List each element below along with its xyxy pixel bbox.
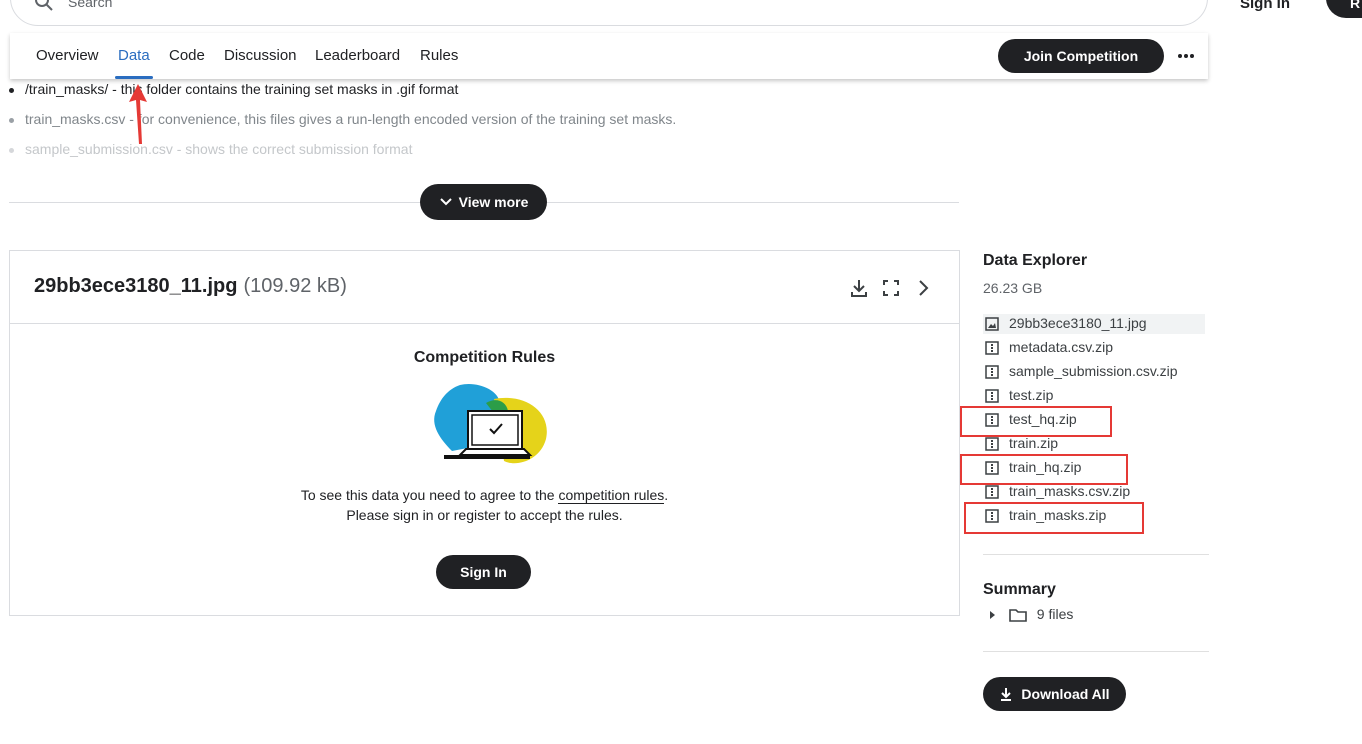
- sidebar-divider: [983, 651, 1209, 652]
- laptop-illustration-icon: [434, 383, 547, 464]
- chevron-down-icon: [439, 198, 452, 206]
- register-button[interactable]: R: [1326, 0, 1362, 18]
- tab-overview[interactable]: Overview: [36, 47, 99, 64]
- file-name: sample_submission.csv.zip: [1009, 363, 1178, 379]
- rules-text-before: To see this data you need to agree to th…: [300, 487, 559, 503]
- folder-icon: [1009, 609, 1027, 623]
- file-item[interactable]: sample_submission.csv.zip: [983, 362, 1205, 382]
- summary-files-row[interactable]: 9 files: [987, 606, 1074, 623]
- preview-file-title: 29bb3ece3180_11.jpg (109.92 kB): [34, 275, 347, 298]
- download-icon[interactable]: [848, 277, 870, 299]
- data-explorer-title: Data Explorer: [983, 252, 1088, 269]
- header-sign-in-link[interactable]: Sign In: [1240, 0, 1290, 12]
- tab-data[interactable]: Data: [118, 47, 150, 64]
- data-explorer-size: 26.23 GB: [983, 280, 1043, 296]
- tab-discussion[interactable]: Discussion: [224, 47, 297, 64]
- bullet-text: train_masks.csv - for convenience, this …: [25, 111, 677, 127]
- tab-leaderboard[interactable]: Leaderboard: [315, 47, 400, 64]
- preview-file-size: (109.92 kB): [243, 275, 347, 297]
- chevron-right-icon[interactable]: [912, 277, 934, 299]
- bullet-text: sample_submission.csv - shows the correc…: [25, 141, 413, 157]
- bullet-dot: [9, 117, 14, 123]
- bullet-dot: [9, 87, 14, 93]
- bullet-text: /train_masks/ - this folder contains the…: [25, 81, 459, 97]
- preview-file-name: 29bb3ece3180_11.jpg: [34, 275, 238, 297]
- bullet-dot: [9, 147, 14, 153]
- annotation-highlight-box: [964, 502, 1144, 534]
- image-icon: [985, 317, 999, 334]
- rules-text-after: .: [664, 487, 669, 503]
- rules-text-line2: Please sign in or register to accept the…: [346, 507, 623, 523]
- file-name: train.zip: [1009, 435, 1059, 451]
- rules-message: To see this data you need to agree to th…: [10, 485, 959, 525]
- search-input[interactable]: Search: [68, 0, 112, 10]
- annotation-highlight-box: [960, 406, 1112, 437]
- tab-rules[interactable]: Rules: [420, 47, 458, 64]
- zip-icon: [985, 389, 999, 406]
- annotation-highlight-box: [960, 454, 1128, 485]
- download-all-label: Download All: [1021, 686, 1110, 702]
- join-competition-button[interactable]: Join Competition: [998, 39, 1164, 73]
- description-bullet: /train_masks/ - this folder contains the…: [9, 81, 458, 97]
- annotation-arrow-icon: [129, 84, 147, 144]
- file-item[interactable]: 29bb3ece3180_11.jpg: [983, 314, 1205, 334]
- search-bar[interactable]: [10, 0, 1208, 26]
- tab-bar: Overview Data Code Discussion Leaderboar…: [10, 33, 1208, 79]
- description-bullet: sample_submission.csv - shows the correc…: [9, 141, 412, 157]
- sign-in-button[interactable]: Sign In: [436, 555, 531, 589]
- more-options-icon[interactable]: [1174, 45, 1198, 67]
- caret-right-icon: [990, 611, 995, 620]
- file-name: train_masks.csv.zip: [1009, 483, 1131, 499]
- fullscreen-icon[interactable]: [880, 277, 902, 299]
- active-tab-indicator: [115, 76, 153, 79]
- summary-title: Summary: [983, 581, 1056, 598]
- file-item[interactable]: train_masks.csv.zip: [983, 482, 1205, 502]
- file-name: test.zip: [1009, 387, 1054, 403]
- file-name: metadata.csv.zip: [1009, 339, 1114, 355]
- search-icon: [34, 0, 54, 17]
- zip-icon: [985, 485, 999, 502]
- zip-icon: [985, 437, 999, 454]
- file-item[interactable]: test.zip: [983, 386, 1205, 406]
- file-item[interactable]: metadata.csv.zip: [983, 338, 1205, 358]
- register-button-label: R: [1350, 0, 1361, 11]
- description-bullet: train_masks.csv - for convenience, this …: [9, 111, 676, 127]
- card-header-divider: [10, 323, 959, 324]
- tab-code[interactable]: Code: [169, 47, 205, 64]
- zip-icon: [985, 365, 999, 382]
- download-all-button[interactable]: Download All: [983, 677, 1126, 711]
- zip-icon: [985, 341, 999, 358]
- competition-rules-title: Competition Rules: [413, 349, 556, 366]
- summary-files-count: 9 files: [1036, 606, 1074, 622]
- file-name: 29bb3ece3180_11.jpg: [1009, 315, 1147, 331]
- competition-rules-link[interactable]: competition rules: [558, 487, 665, 504]
- file-item[interactable]: train.zip: [983, 434, 1205, 454]
- download-icon: [1001, 688, 1012, 701]
- sidebar-divider: [983, 554, 1209, 555]
- file-preview-card: 29bb3ece3180_11.jpg (109.92 kB) Competiti…: [9, 250, 960, 616]
- view-more-button[interactable]: View more: [420, 184, 547, 220]
- view-more-label: View more: [458, 194, 529, 210]
